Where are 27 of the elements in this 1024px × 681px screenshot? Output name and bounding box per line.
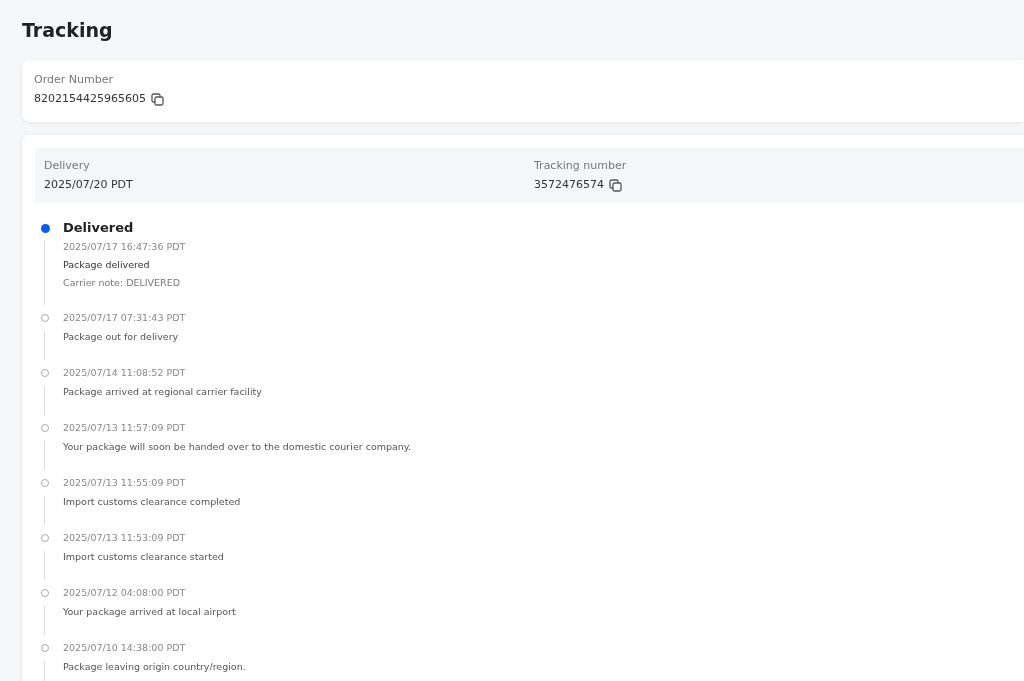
field-value: 2025/07/20 PDT xyxy=(44,178,133,192)
order-number: 8202154425965605 xyxy=(34,92,146,106)
field-value: 3572476574 xyxy=(534,178,604,192)
status-heading: Delivered xyxy=(63,219,135,237)
event-description: Your package arrived at local airport xyxy=(63,605,237,619)
event-time: 2025/07/13 11:55:09 PDT xyxy=(63,476,187,490)
field-label: Order Number xyxy=(34,73,114,87)
event-time: 2025/07/13 11:57:09 PDT xyxy=(63,421,187,435)
event-description: Package arrived at regional carrier facility xyxy=(63,385,263,399)
event-time: 2025/07/17 16:47:36 PDT xyxy=(63,240,187,254)
field-label: Delivery xyxy=(44,159,91,173)
field-label: Tracking number xyxy=(534,159,628,173)
event-description: Import customs clearance started xyxy=(63,550,225,564)
event-description: Import customs clearance completed xyxy=(63,495,242,509)
event-time: 2025/07/17 07:31:43 PDT xyxy=(63,311,187,325)
event-time: 2025/07/12 04:08:00 PDT xyxy=(63,586,187,600)
event-description: Package delivered xyxy=(63,258,151,272)
event-time: 2025/07/14 11:08:52 PDT xyxy=(63,366,187,380)
carrier-note: Carrier note: DELIVERED xyxy=(63,276,181,290)
event-description: Package out for delivery xyxy=(63,330,180,344)
copy-icon[interactable] xyxy=(151,92,164,106)
event-description: Package leaving origin country/region. xyxy=(63,660,247,674)
event-time: 2025/07/13 11:53:09 PDT xyxy=(63,531,187,545)
event-time: 2025/07/10 14:38:00 PDT xyxy=(63,641,187,655)
event-description: Your package will soon be handed over to the domestic courier company. xyxy=(63,440,413,454)
copy-icon[interactable] xyxy=(609,178,622,192)
page-title: Tracking xyxy=(22,18,114,43)
